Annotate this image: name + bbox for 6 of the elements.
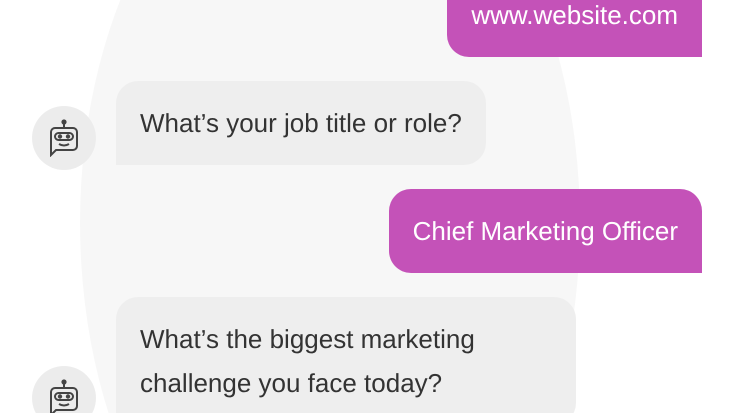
user-message: Chief Marketing Officer (388, 189, 702, 273)
user-message: www.website.com (447, 0, 702, 57)
bot-message: What’s your job title or role? (116, 81, 486, 165)
chatbot-icon (47, 379, 81, 413)
bot-message: What’s the biggest marketing challenge you face today? (116, 297, 576, 413)
chatbot-icon (47, 119, 81, 157)
